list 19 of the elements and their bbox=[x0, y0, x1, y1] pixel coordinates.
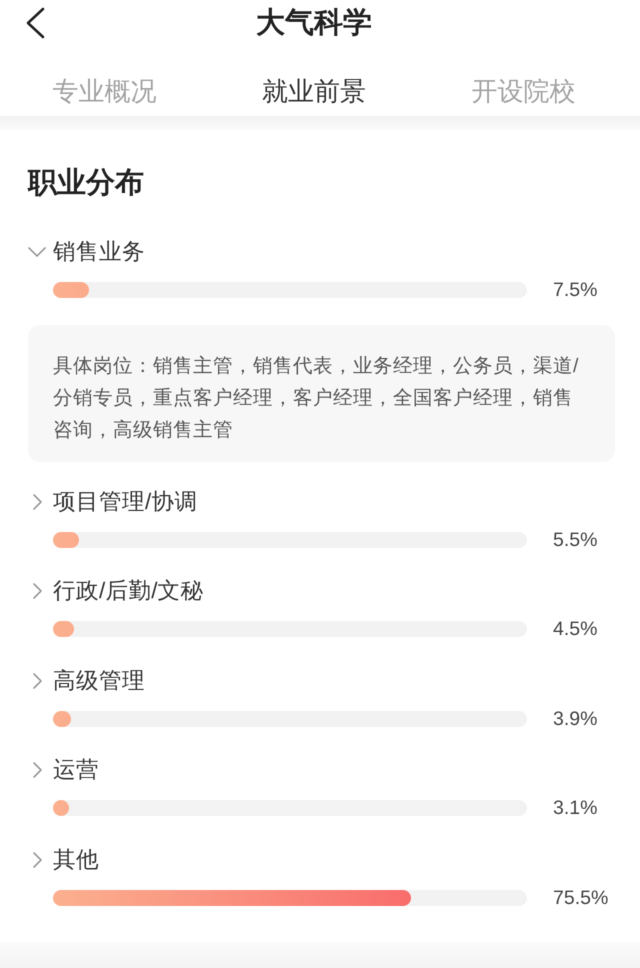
section-title: 职业分布 bbox=[28, 166, 145, 200]
career-name: 其他 bbox=[53, 846, 99, 874]
career-name: 高级管理 bbox=[53, 666, 145, 694]
back-icon[interactable] bbox=[25, 7, 45, 39]
tab[interactable]: 就业前景 bbox=[260, 73, 368, 109]
percentage-text: 3.1% bbox=[553, 796, 598, 820]
page-title: 大气科学 bbox=[255, 6, 373, 41]
percentage-text: 7.5% bbox=[553, 278, 598, 302]
career-name: 运营 bbox=[53, 756, 99, 784]
career-name: 行政/后勤/文秘 bbox=[53, 577, 204, 605]
career-name: 项目管理/协调 bbox=[53, 488, 198, 516]
percentage-text: 5.5% bbox=[553, 528, 598, 552]
detail-text: 具体岗位：销售主管，销售代表，业务经理，公务员，渠道/分销专员，重点客户经理，客户经理，全国客户经理，销售咨询，高级销售主管 bbox=[53, 354, 580, 443]
percentage-text: 75.5% bbox=[553, 886, 610, 910]
tab[interactable]: 专业概况 bbox=[50, 73, 159, 109]
tab[interactable]: 开设院校 bbox=[469, 73, 578, 109]
career-name: 销售业务 bbox=[53, 238, 145, 266]
percentage-text: 3.9% bbox=[553, 706, 598, 730]
percentage-text: 4.5% bbox=[553, 617, 598, 641]
